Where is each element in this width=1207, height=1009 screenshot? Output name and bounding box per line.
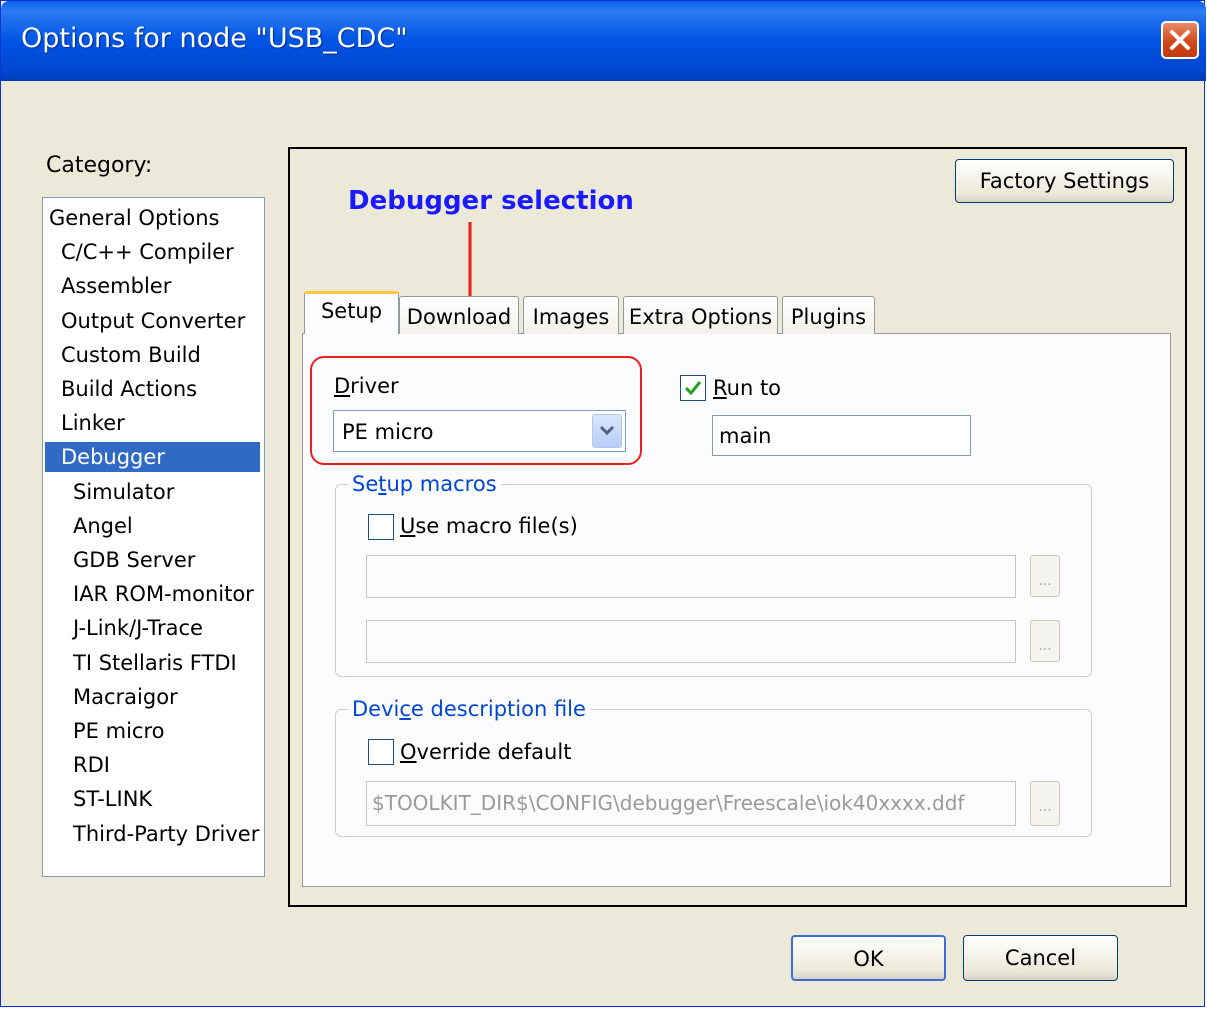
category-item-gdb-server[interactable]: GDB Server bbox=[73, 545, 195, 575]
category-item-linker[interactable]: Linker bbox=[61, 408, 125, 438]
close-icon bbox=[1170, 30, 1190, 50]
tab-extra-options[interactable]: Extra Options bbox=[623, 296, 778, 334]
category-item-simulator[interactable]: Simulator bbox=[73, 477, 174, 507]
macro-file-field-1[interactable] bbox=[366, 555, 1016, 598]
annotation-label: Debugger selection bbox=[348, 186, 634, 216]
category-item-ti-stellaris-ftdi[interactable]: TI Stellaris FTDI bbox=[73, 648, 237, 678]
tab-images[interactable]: Images bbox=[523, 296, 619, 334]
tab-setup[interactable]: Setup bbox=[304, 291, 399, 334]
tab-download[interactable]: Download bbox=[399, 296, 519, 334]
category-item-third-party-driver[interactable]: Third-Party Driver bbox=[73, 819, 259, 849]
run-to-input[interactable]: main bbox=[712, 415, 971, 456]
category-item-debugger[interactable]: Debugger bbox=[45, 442, 260, 473]
run-to-checkbox[interactable] bbox=[680, 375, 706, 401]
device-description-title: Device description file bbox=[348, 697, 590, 721]
category-item-pe-micro[interactable]: PE micro bbox=[73, 716, 164, 746]
category-item-rdi[interactable]: RDI bbox=[73, 750, 110, 780]
macro-browse-button-2[interactable]: ... bbox=[1030, 620, 1060, 662]
macro-browse-button-1[interactable]: ... bbox=[1030, 555, 1060, 597]
tab-plugins[interactable]: Plugins bbox=[782, 296, 875, 334]
run-to-label: Run to bbox=[713, 376, 782, 400]
use-macro-checkbox[interactable] bbox=[368, 514, 394, 540]
macro-file-field-2[interactable] bbox=[366, 620, 1016, 663]
window-title: Options for node "USB_CDC" bbox=[21, 23, 408, 54]
device-description-path[interactable]: $TOOLKIT_DIR$\CONFIG\debugger\Freescale\… bbox=[366, 781, 1016, 826]
setup-macros-title: Setup macros bbox=[348, 472, 501, 496]
category-item-assembler[interactable]: Assembler bbox=[61, 271, 171, 301]
category-item-st-link[interactable]: ST-LINK bbox=[73, 784, 152, 814]
category-item-angel[interactable]: Angel bbox=[73, 511, 133, 541]
close-button[interactable] bbox=[1161, 21, 1199, 59]
override-default-checkbox[interactable] bbox=[368, 739, 394, 765]
category-item-output-converter[interactable]: Output Converter bbox=[61, 306, 245, 336]
ok-button[interactable]: OK bbox=[791, 935, 946, 981]
driver-highlight-box bbox=[310, 356, 642, 465]
category-item-general-options[interactable]: General Options bbox=[49, 203, 219, 233]
use-macro-label: Use macro file(s) bbox=[400, 514, 578, 538]
category-label: Category: bbox=[46, 153, 153, 178]
device-browse-button[interactable]: ... bbox=[1030, 781, 1060, 826]
factory-settings-button[interactable]: Factory Settings bbox=[955, 159, 1174, 203]
category-item-c-c-compiler[interactable]: C/C++ Compiler bbox=[61, 237, 234, 267]
override-default-label: Override default bbox=[400, 740, 572, 764]
category-item-custom-build[interactable]: Custom Build bbox=[61, 340, 201, 370]
category-list[interactable]: General Options C/C++ Compiler Assembler Ou… bbox=[42, 197, 265, 877]
category-item-build-actions[interactable]: Build Actions bbox=[61, 374, 197, 404]
category-item-j-link-j-trace[interactable]: J-Link/J-Trace bbox=[73, 613, 203, 643]
checkmark-icon bbox=[684, 381, 702, 396]
cancel-button[interactable]: Cancel bbox=[963, 935, 1118, 981]
title-bar[interactable]: Options for node "USB_CDC" bbox=[1, 1, 1206, 81]
category-item-iar-rom-monitor[interactable]: IAR ROM-monitor bbox=[73, 579, 254, 609]
category-item-macraigor[interactable]: Macraigor bbox=[73, 682, 178, 712]
